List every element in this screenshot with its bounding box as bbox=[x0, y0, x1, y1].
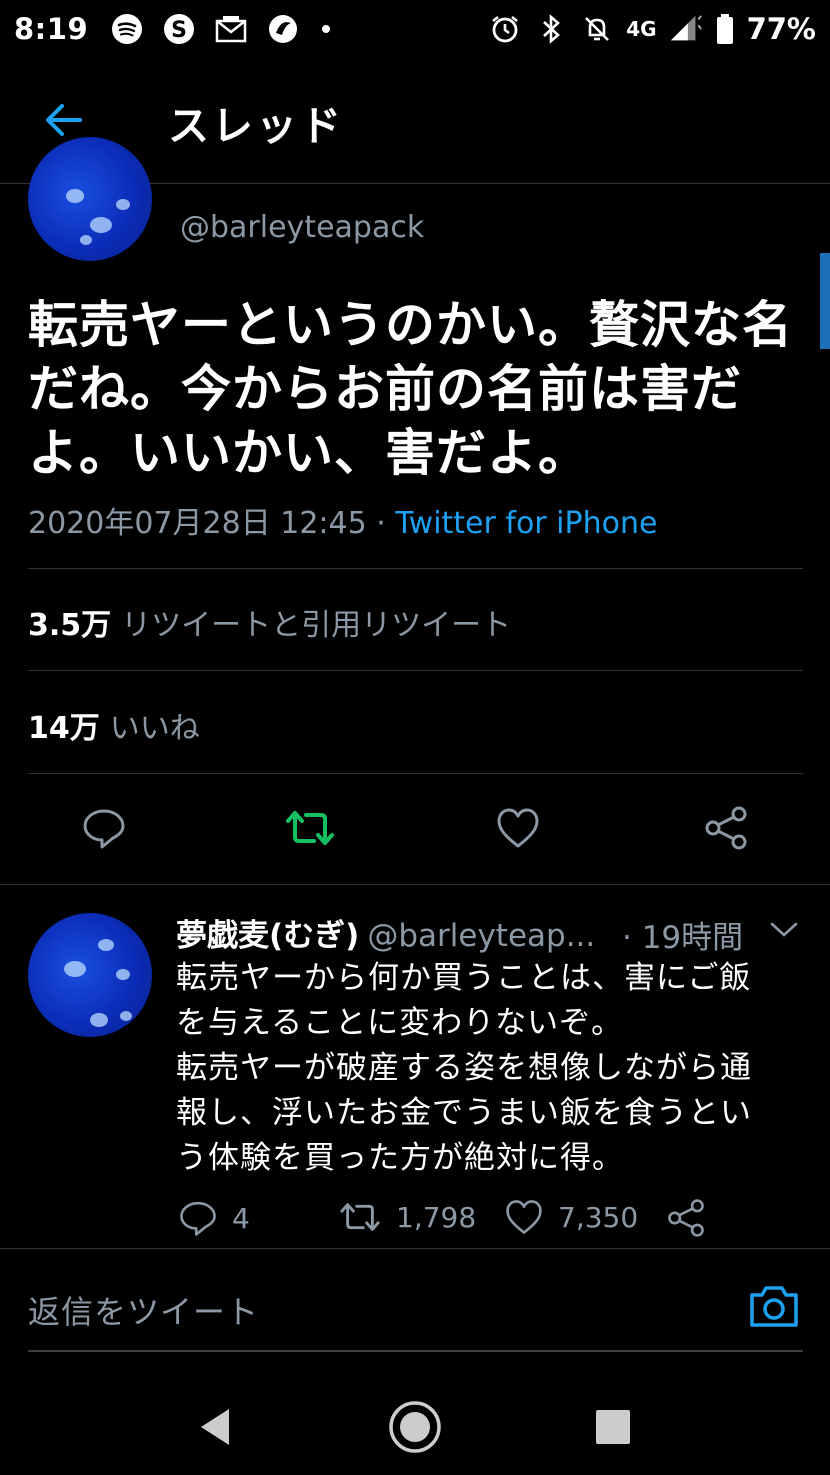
divider bbox=[28, 773, 803, 774]
triangle-back-icon bbox=[201, 1409, 229, 1445]
like-button[interactable] bbox=[492, 802, 544, 854]
avatar[interactable] bbox=[28, 137, 152, 261]
signal-icon bbox=[669, 12, 703, 46]
reply-reply-button[interactable]: 4 bbox=[178, 1198, 250, 1238]
retweets-stat[interactable]: 3.5万 リツイートと引用リツイート bbox=[28, 600, 511, 644]
reply-input[interactable]: 返信をツイート bbox=[28, 1287, 259, 1333]
likes-count: 14万 bbox=[28, 711, 100, 746]
square-recents-icon bbox=[596, 1410, 630, 1444]
reply-actions: 4 1,798 7,350 bbox=[176, 1198, 736, 1248]
notification-dot-icon bbox=[322, 25, 331, 33]
scrollbar[interactable] bbox=[820, 253, 830, 349]
mail-icon bbox=[214, 12, 248, 46]
mute-icon bbox=[580, 12, 614, 46]
retweets-count: 3.5万 bbox=[28, 608, 112, 643]
arrow-left-icon bbox=[46, 104, 82, 136]
tweet-timestamp: 2020年07月28日 12:45 · bbox=[28, 506, 396, 541]
author-handle[interactable]: @barleyteapack bbox=[180, 210, 424, 245]
status-time: 8:19 bbox=[14, 12, 89, 46]
retweet-icon bbox=[340, 1203, 380, 1231]
alarm-icon bbox=[488, 12, 522, 46]
reply-text-line: う体験を買った方が絶対に得。 bbox=[176, 1140, 624, 1176]
reply-text-line: 転売ヤーから何か買うことは、害にご飯 bbox=[176, 960, 752, 996]
chevron-down-icon bbox=[770, 922, 798, 937]
divider bbox=[0, 884, 830, 885]
share-button[interactable] bbox=[700, 802, 752, 854]
reply-author-name[interactable]: 夢戯麦(むぎ) bbox=[176, 918, 359, 954]
share-icon bbox=[705, 806, 747, 850]
reply-text-line: 報し、浮いたお金でうまい飯を食うとい bbox=[176, 1095, 752, 1131]
reply-icon bbox=[83, 809, 125, 849]
reply-text: 転売ヤーから何か買うことは、害にご飯 を与えることに変わりないぞ。 転売ヤーが破… bbox=[176, 956, 806, 1181]
nav-home-button[interactable] bbox=[380, 1392, 450, 1462]
tweet-source-link[interactable]: Twitter for iPhone bbox=[395, 506, 657, 541]
share-icon bbox=[668, 1199, 704, 1237]
reply-header: 夢戯麦(むぎ) @barleyteap... bbox=[176, 910, 595, 955]
network-type: 4G bbox=[626, 17, 657, 41]
page-title: スレッド bbox=[168, 102, 344, 150]
reply-icon bbox=[180, 1201, 216, 1236]
tweet-text: 転売ヤーというのかい。贅沢な名 だね。今からお前の名前は害だ よ。いいかい、害だ… bbox=[28, 293, 808, 485]
tweet-text-line: よ。いいかい、害だよ。 bbox=[28, 424, 589, 482]
reply-avatar[interactable] bbox=[28, 913, 152, 1037]
status-bar: 8:19 S 4G 77% bbox=[0, 0, 830, 58]
composer-underline bbox=[28, 1350, 803, 1352]
reply-share-button[interactable] bbox=[666, 1198, 706, 1238]
reply-author-handle[interactable]: @barleyteap... bbox=[367, 918, 595, 954]
nav-back-button[interactable] bbox=[180, 1392, 250, 1462]
tweet-meta: 2020年07月28日 12:45 · Twitter for iPhone bbox=[28, 498, 657, 542]
reply-text-line: 転売ヤーが破産する姿を想像しながら通 bbox=[176, 1050, 752, 1086]
reply-like-button[interactable]: 7,350 bbox=[504, 1198, 638, 1236]
retweet-button[interactable] bbox=[284, 802, 336, 854]
battery-icon bbox=[715, 12, 735, 46]
reply-retweet-button[interactable]: 1,798 bbox=[338, 1198, 476, 1236]
reply-time: · 19時間 bbox=[622, 920, 744, 956]
retweet-icon bbox=[286, 811, 334, 845]
spotify-icon bbox=[110, 12, 144, 46]
system-nav-bar bbox=[0, 1380, 830, 1475]
likes-label: いいね bbox=[109, 711, 200, 746]
tweet-text-line: だね。今からお前の名前は害だ bbox=[28, 360, 742, 418]
home-circle-icon bbox=[389, 1401, 441, 1453]
nav-recents-button[interactable] bbox=[578, 1392, 648, 1462]
divider bbox=[28, 670, 803, 671]
skype-icon: S bbox=[162, 12, 196, 46]
app-icon bbox=[266, 12, 300, 46]
like-count: 7,350 bbox=[558, 1200, 639, 1234]
divider bbox=[28, 568, 803, 569]
camera-button[interactable] bbox=[748, 1283, 800, 1329]
reply-button[interactable] bbox=[78, 802, 130, 854]
battery-percent: 77% bbox=[746, 12, 816, 46]
tweet-text-line: 転売ヤーというのかい。贅沢な名 bbox=[28, 296, 793, 354]
reply-text-line: を与えることに変わりないぞ。 bbox=[176, 1005, 624, 1041]
back-button[interactable] bbox=[40, 98, 88, 142]
tweet-actions bbox=[0, 790, 830, 870]
svg-text:S: S bbox=[171, 18, 187, 43]
camera-icon bbox=[750, 1286, 798, 1327]
reply-count: 4 bbox=[232, 1201, 250, 1235]
reply-menu-button[interactable] bbox=[768, 916, 800, 942]
retweets-label: リツイートと引用リツイート bbox=[121, 608, 512, 643]
heart-icon bbox=[506, 1200, 542, 1234]
reply-composer: 返信をツイート bbox=[0, 1248, 830, 1352]
heart-icon bbox=[497, 808, 539, 848]
likes-stat[interactable]: 14万 いいね bbox=[28, 703, 200, 747]
bluetooth-icon bbox=[534, 12, 568, 46]
retweet-count: 1,798 bbox=[396, 1200, 477, 1234]
